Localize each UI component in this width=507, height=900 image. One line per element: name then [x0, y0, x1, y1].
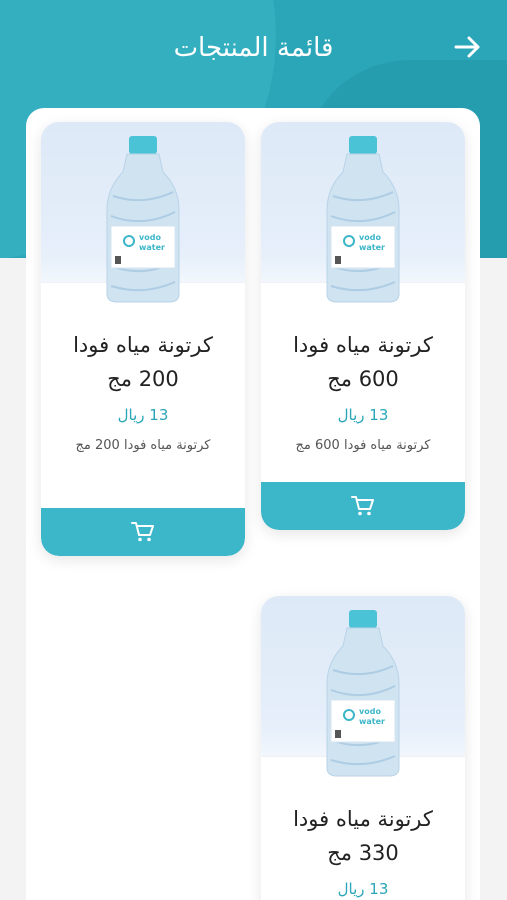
page-title: قائمة المنتجات [173, 33, 334, 63]
product-name: كرتونة مياه فودا 330 مج [293, 807, 433, 865]
product-description: كرتونة مياه فودا 200 مج [75, 438, 211, 453]
cart-icon [351, 496, 374, 516]
water-bottle-icon: vodo water [326, 610, 400, 777]
svg-text:water: water [359, 243, 385, 252]
product-card[interactable]: vodo water كرتونة مياه فودا 200 مج 13 ري… [41, 122, 245, 556]
svg-text:vodo: vodo [139, 233, 161, 242]
product-image: vodo water [261, 122, 465, 312]
product-price: 13 ريال [117, 406, 169, 424]
product-name: كرتونة مياه فودا 600 مج [293, 333, 433, 391]
arrow-right-icon [454, 36, 480, 58]
add-to-cart-button[interactable] [261, 482, 465, 530]
svg-text:water: water [359, 717, 385, 726]
product-list-screen: قائمة المنتجات vodo water كرتونة مياه فو… [0, 0, 507, 900]
add-to-cart-button[interactable] [41, 508, 245, 556]
product-description: كرتونة مياه فودا 600 مج [295, 438, 431, 453]
water-bottle-icon: vodo water [326, 136, 400, 303]
product-price: 13 ريال [337, 406, 389, 424]
product-price: 13 ريال [337, 880, 389, 898]
product-image: vodo water [41, 122, 245, 312]
back-button[interactable] [451, 30, 485, 64]
svg-text:vodo: vodo [359, 707, 381, 716]
water-bottle-icon: vodo water [106, 136, 180, 303]
product-name: كرتونة مياه فودا 200 مج [73, 333, 213, 391]
svg-text:water: water [139, 243, 165, 252]
cart-icon [131, 522, 154, 542]
product-card[interactable]: vodo water كرتونة مياه فودا 600 مج 13 ري… [261, 122, 465, 530]
product-card[interactable]: vodo water كرتونة مياه فودا 330 مج 13 ري… [261, 596, 465, 900]
svg-text:vodo: vodo [359, 233, 381, 242]
product-image: vodo water [261, 596, 465, 786]
